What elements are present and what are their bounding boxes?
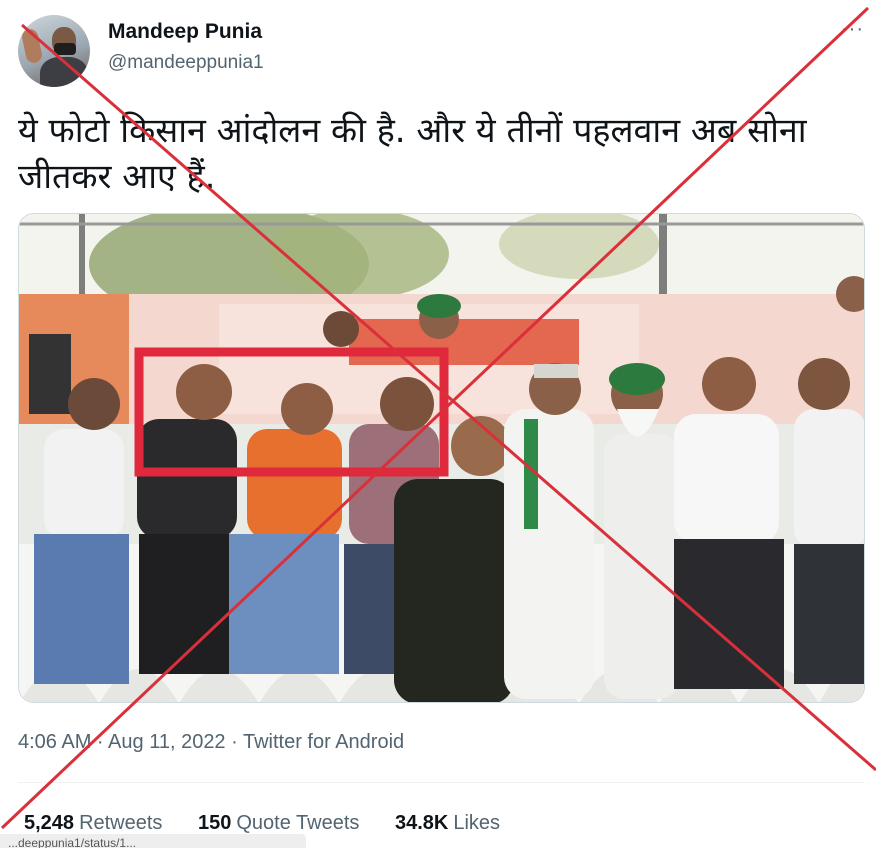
engagement-stats: 5,248 Retweets 150 Quote Tweets 34.8K Likes — [24, 812, 530, 835]
more-options-icon[interactable]: ··· — [841, 18, 864, 41]
tweet-timestamp[interactable]: 4:06 AM · Aug 11, 2022 · Twitter for And… — [18, 731, 404, 754]
tweet-photo[interactable] — [18, 213, 865, 703]
status-url: ...deeppunia1/status/1... — [8, 836, 137, 848]
likes-label: Likes — [453, 812, 501, 834]
divider — [18, 782, 864, 783]
retweets-label: Retweets — [79, 812, 163, 834]
quote-tweets-count: 150 — [198, 812, 232, 834]
retweets-stat[interactable]: 5,248 Retweets — [24, 812, 162, 834]
quote-tweets-stat[interactable]: 150 Quote Tweets — [198, 812, 359, 834]
author-name[interactable]: Mandeep Punia — [108, 20, 262, 44]
tweet-text: ये फोटो किसान आंदोलन की है. और ये तीनों … — [18, 111, 807, 197]
likes-count: 34.8K — [394, 812, 449, 834]
likes-stat[interactable]: 34.8K Likes — [395, 812, 500, 834]
author-handle[interactable]: @mandeeppunia1 — [108, 52, 264, 74]
status-url-bar: ...deeppunia1/status/1... — [0, 834, 306, 848]
retweets-count: 5,248 — [24, 812, 75, 834]
quote-tweets-label: Quote Tweets — [236, 812, 360, 834]
author-avatar[interactable] — [18, 15, 90, 87]
